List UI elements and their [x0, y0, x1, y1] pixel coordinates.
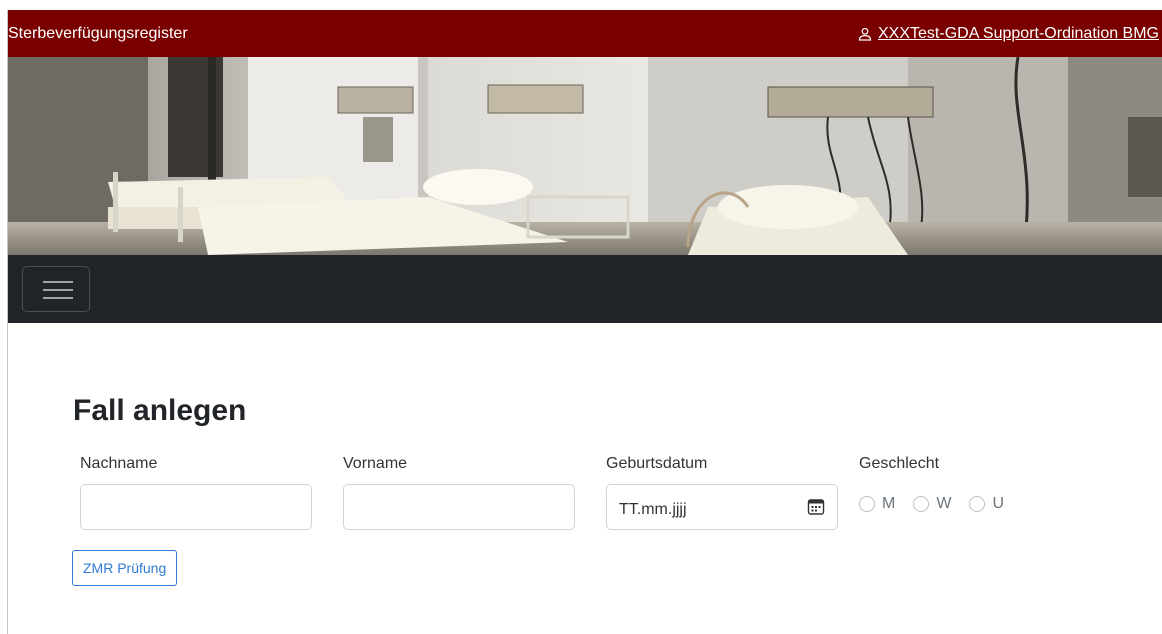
calendar-icon[interactable]	[807, 498, 825, 516]
hero-banner-image	[8, 57, 1162, 255]
hamburger-menu-icon	[43, 281, 73, 283]
radio-label-u: U	[992, 495, 1004, 512]
geburtsdatum-placeholder: TT.mm.jjjj	[619, 501, 687, 518]
geschlecht-radio-group: M W U	[859, 495, 1004, 513]
nachname-input[interactable]	[80, 484, 312, 530]
radio-option-w[interactable]: W	[913, 495, 951, 513]
vorname-label: Vorname	[343, 455, 408, 472]
page-title: Fall anlegen	[73, 394, 247, 427]
radio-circle[interactable]	[913, 496, 930, 512]
app-title: Sterbeverfügungsregister	[8, 24, 188, 42]
geburtsdatum-input[interactable]: TT.mm.jjjj	[606, 484, 838, 530]
vorname-input[interactable]	[343, 484, 575, 530]
hospital-room-photo	[8, 57, 1162, 255]
main-navbar	[8, 255, 1162, 323]
hamburger-bar	[43, 297, 73, 299]
geschlecht-label: Geschlecht	[859, 455, 940, 472]
app-window: Sterbeverfügungsregister XXXTest-GDA Sup…	[7, 10, 1162, 634]
navbar-toggle-button[interactable]	[22, 266, 90, 312]
hamburger-bar	[43, 289, 73, 291]
person-icon	[858, 27, 872, 41]
top-bar: Sterbeverfügungsregister XXXTest-GDA Sup…	[8, 10, 1162, 57]
user-account-link[interactable]: XXXTest-GDA Support-Ordination BMG	[878, 25, 1159, 43]
geburtsdatum-label: Geburtsdatum	[606, 455, 708, 472]
user-menu[interactable]: XXXTest-GDA Support-Ordination BMG	[858, 25, 1159, 43]
radio-circle[interactable]	[969, 496, 986, 512]
nachname-label: Nachname	[80, 455, 158, 472]
radio-label-w: W	[936, 495, 952, 512]
zmr-pruefung-button[interactable]: ZMR Prüfung	[72, 550, 178, 586]
radio-label-m: M	[882, 495, 896, 512]
radio-option-m[interactable]: M	[859, 495, 895, 513]
radio-option-u[interactable]: U	[969, 495, 1004, 513]
radio-circle[interactable]	[859, 496, 875, 512]
